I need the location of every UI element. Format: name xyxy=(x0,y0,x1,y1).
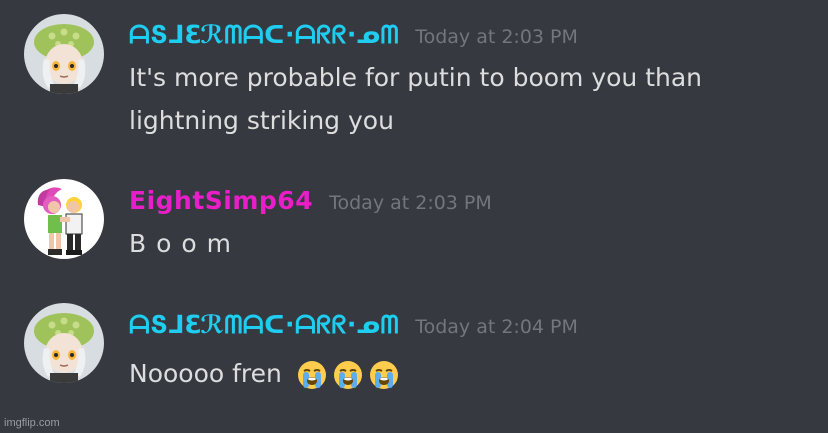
avatar[interactable] xyxy=(24,303,104,383)
watermark: imgflip.com xyxy=(4,417,60,429)
message-header: ᗩՏ⅃ℇℛᗰᗩᑕ·ᗩᖇᖇ·ᓄᗰ Today at 2:04 PM xyxy=(129,310,578,340)
loudly-crying-face-icon[interactable] xyxy=(368,359,400,391)
message-header: EightSimp64 Today at 2:03 PM xyxy=(129,186,492,215)
message-header: ᗩՏ⅃ℇℛᗰᗩᑕ·ᗩᖇᖇ·ᓄᗰ Today at 2:03 PM xyxy=(129,20,578,50)
squid-girl-avatar-icon xyxy=(24,303,104,383)
message-content: B o o m xyxy=(129,222,809,265)
message-content: Nooooo fren xyxy=(129,352,809,395)
username[interactable]: ᗩՏ⅃ℇℛᗰᗩᑕ·ᗩᖇᖇ·ᓄᗰ xyxy=(129,20,399,50)
loudly-crying-face-icon[interactable] xyxy=(332,359,364,391)
timestamp[interactable]: Today at 2:03 PM xyxy=(415,26,578,48)
timestamp[interactable]: Today at 2:04 PM xyxy=(415,316,578,338)
message-text: Nooooo fren xyxy=(129,359,282,388)
loudly-crying-face-icon[interactable] xyxy=(296,359,328,391)
squid-girl-avatar-icon xyxy=(24,14,104,94)
message-line: B o o m xyxy=(129,229,232,258)
avatar[interactable] xyxy=(24,179,104,259)
avatar[interactable] xyxy=(24,14,104,94)
chat-message-list: ᗩՏ⅃ℇℛᗰᗩᑕ·ᗩᖇᖇ·ᓄᗰ Today at 2:03 PM It's mo… xyxy=(0,0,828,433)
username[interactable]: EightSimp64 xyxy=(129,186,313,215)
couple-hug-avatar-icon xyxy=(24,179,104,259)
username[interactable]: ᗩՏ⅃ℇℛᗰᗩᑕ·ᗩᖇᖇ·ᓄᗰ xyxy=(129,310,399,340)
message-content: It's more probable for putin to boom you… xyxy=(129,56,809,142)
message-line: It's more probable for putin to boom you… xyxy=(129,63,703,92)
emoji-row xyxy=(296,359,400,391)
message-line: lightning striking you xyxy=(129,106,394,135)
message-line: Nooooo fren xyxy=(129,352,809,395)
timestamp[interactable]: Today at 2:03 PM xyxy=(329,192,492,214)
